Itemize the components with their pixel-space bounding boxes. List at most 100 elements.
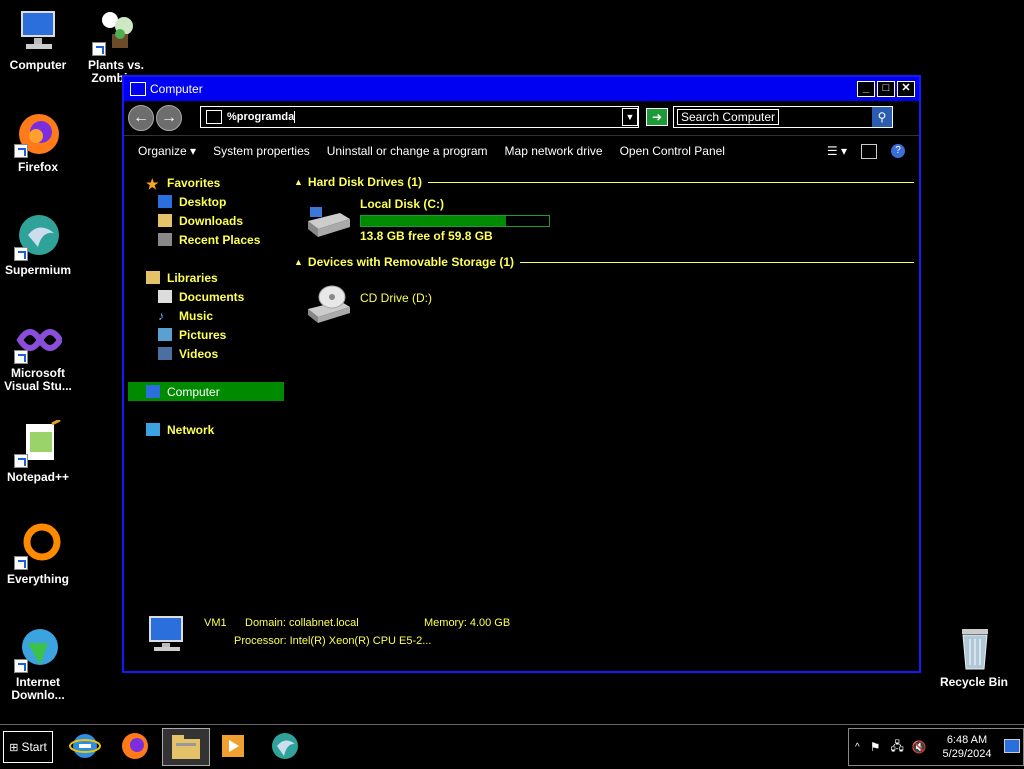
nav-libraries[interactable]: Libraries <box>128 268 284 287</box>
taskbar-firefox[interactable] <box>114 728 156 764</box>
desktop-icon-plants-vs-zombies[interactable]: Plants vs. Zombies <box>78 8 154 85</box>
map-network-drive-button[interactable]: Map network drive <box>505 144 603 158</box>
explorer-window[interactable]: Computer _ □ ✕ ← → %programda ▼ ➜ Search… <box>122 75 921 673</box>
computer-icon <box>146 385 160 398</box>
taskbar-supermium[interactable] <box>264 728 306 764</box>
taskbar-file-explorer[interactable] <box>162 728 210 766</box>
start-button[interactable]: ⊞ Start <box>3 731 53 763</box>
desktop-icon-visual-studio[interactable]: Microsoft Visual Stu... <box>0 316 76 393</box>
nav-pictures[interactable]: Pictures <box>128 325 284 344</box>
star-icon: ★ <box>146 176 159 192</box>
drive-local-disk-c[interactable]: Local Disk (C:) 13.8 GB free of 59.8 GB <box>294 197 914 245</box>
preview-pane-icon[interactable] <box>861 143 877 159</box>
system-properties-button[interactable]: System properties <box>213 144 310 158</box>
desktop-icon-internet-download-manager[interactable]: Internet Downlo... <box>0 625 76 702</box>
minimize-button[interactable]: _ <box>857 81 875 97</box>
forward-button[interactable]: → <box>156 105 182 131</box>
maximize-button[interactable]: □ <box>877 81 895 97</box>
desktop-icon-label: Firefox <box>17 160 58 174</box>
visual-studio-icon <box>14 316 64 364</box>
windows-logo-icon: ⊞ <box>9 741 19 754</box>
volume-muted-icon[interactable]: 🔇 <box>912 740 927 754</box>
navigation-pane: ★ Favorites Desktop Downloads Recent Pla… <box>128 173 284 613</box>
firefox-icon <box>14 110 62 158</box>
back-button[interactable]: ← <box>128 105 154 131</box>
nav-favorites[interactable]: ★ Favorites <box>128 173 284 193</box>
nav-recent-places[interactable]: Recent Places <box>128 230 284 249</box>
clock[interactable]: 6:48 AM 5/29/2024 <box>933 733 1001 761</box>
nav-music[interactable]: ♪ Music <box>128 306 284 325</box>
network-icon[interactable]: 🖧 <box>890 737 903 758</box>
drive-usage-bar <box>360 215 550 227</box>
taskbar: ⊞ Start ^ ⚑ 🖧 🔇 6:48 AM 5/29/2024 <box>0 724 1024 769</box>
open-control-panel-button[interactable]: Open Control Panel <box>620 144 725 158</box>
shortcut-arrow-icon <box>14 659 28 673</box>
navigation-bar: ← → %programda ▼ ➜ Search Computer ⚲ <box>124 101 919 136</box>
desktop-icon-firefox[interactable]: Firefox <box>0 110 76 174</box>
internet-download-manager-icon <box>14 625 62 673</box>
libraries-icon <box>146 271 160 284</box>
details-pane: VM1 Domain: collabnet.local Memory: 4.00… <box>144 613 904 661</box>
nav-videos[interactable]: Videos <box>128 344 284 363</box>
shortcut-arrow-icon <box>14 144 28 158</box>
nav-computer[interactable]: Computer <box>128 382 284 401</box>
shortcut-arrow-icon <box>14 556 28 570</box>
change-view-icon[interactable]: ☰ ▾ <box>827 144 847 158</box>
supermium-icon <box>14 213 62 261</box>
show-desktop-icon[interactable] <box>1004 739 1020 753</box>
shortcut-arrow-icon <box>14 454 28 468</box>
desktop-icon-label: Microsoft Visual Stu... <box>4 366 72 393</box>
desktop-icon-recycle-bin[interactable]: Recycle Bin <box>936 625 1012 689</box>
desktop-icon-label: Recycle Bin <box>939 675 1009 689</box>
supermium-icon <box>272 733 298 759</box>
help-icon[interactable]: ? <box>891 144 905 158</box>
action-center-flag-icon[interactable]: ⚑ <box>870 740 881 754</box>
desktop-icon-label: Everything <box>6 572 69 586</box>
show-hidden-icons-icon[interactable]: ^ <box>855 742 860 753</box>
group-header-hard-disk-drives[interactable]: ▲ Hard Disk Drives (1) <box>294 173 914 191</box>
nav-downloads[interactable]: Downloads <box>128 211 284 230</box>
desktop-icon-label: Internet Downlo... <box>11 675 65 702</box>
taskbar-media-player[interactable] <box>212 728 254 764</box>
nav-desktop[interactable]: Desktop <box>128 192 284 211</box>
address-input[interactable]: %programda <box>227 111 294 123</box>
computer-domain: Domain: collabnet.local <box>245 617 359 629</box>
firefox-icon <box>122 733 148 759</box>
desktop-icon-everything[interactable]: Everything <box>0 522 76 586</box>
search-box[interactable]: Search Computer ⚲ <box>673 106 893 128</box>
address-bar[interactable]: %programda ▼ <box>200 106 639 128</box>
divider <box>520 261 914 263</box>
taskbar-internet-explorer[interactable] <box>64 728 106 764</box>
organize-button[interactable]: Organize ▾ <box>138 144 196 158</box>
drive-cd-d[interactable]: CD Drive (D:) <box>294 277 914 325</box>
collapse-arrow-icon: ▲ <box>294 177 303 187</box>
address-dropdown-button[interactable]: ▼ <box>622 108 638 126</box>
computer-memory: Memory: 4.00 GB <box>424 617 511 629</box>
window-title: Computer <box>150 82 203 96</box>
documents-icon <box>158 290 172 303</box>
folder-icon <box>172 735 200 759</box>
drive-name: CD Drive (D:) <box>360 291 432 305</box>
shortcut-arrow-icon <box>92 42 106 56</box>
downloads-folder-icon <box>158 214 172 227</box>
computer-icon <box>144 615 186 653</box>
group-header-removable-storage[interactable]: ▲ Devices with Removable Storage (1) <box>294 253 914 271</box>
go-button[interactable]: ➜ <box>646 108 668 126</box>
nav-network[interactable]: Network <box>128 420 284 439</box>
desktop-icon-notepadpp[interactable]: Notepad++ <box>0 418 76 484</box>
title-bar[interactable]: Computer _ □ ✕ <box>124 77 919 101</box>
desktop-icon-computer[interactable]: Computer <box>0 8 76 72</box>
videos-icon <box>158 347 172 360</box>
nav-documents[interactable]: Documents <box>128 287 284 306</box>
uninstall-program-button[interactable]: Uninstall or change a program <box>327 144 488 158</box>
desktop-icon-supermium[interactable]: Supermium <box>0 213 76 277</box>
notepadpp-icon <box>14 418 62 468</box>
collapse-arrow-icon: ▲ <box>294 257 303 267</box>
search-input[interactable]: Search Computer <box>677 109 780 125</box>
search-icon[interactable]: ⚲ <box>872 107 892 127</box>
desktop-icon-label: Computer <box>9 58 67 72</box>
close-button[interactable]: ✕ <box>897 81 915 97</box>
desktop-icon-label: Notepad++ <box>6 470 69 484</box>
drive-usage-fill <box>361 216 506 226</box>
recycle-bin-icon <box>950 625 998 673</box>
